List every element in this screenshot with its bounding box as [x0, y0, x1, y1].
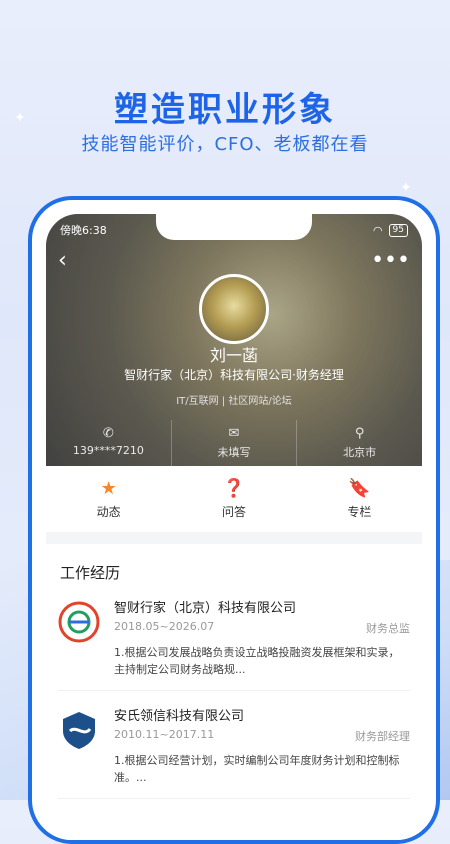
tab-column-label: 专栏	[347, 505, 372, 519]
tab-qa-label: 问答	[221, 505, 246, 519]
tab-dynamics[interactable]: ★ 动态	[46, 466, 171, 532]
location-icon: ⚲	[354, 426, 365, 441]
app-screen: 傍晚6:38 ◠ 95 ‹ ••• 刘一菡 智财行家（北京）科技有限公司·财务经…	[46, 214, 422, 840]
profile-industry: IT/互联网 | 社区网站/论坛	[176, 396, 292, 407]
tab-dynamics-label: 动态	[96, 505, 121, 519]
job-company: 安氏领信科技有限公司	[114, 709, 245, 724]
profile-name: 刘一菡	[209, 346, 258, 365]
bookmark-icon: 🔖	[348, 478, 371, 499]
company-logo-icon	[63, 712, 95, 749]
more-icon[interactable]: •••	[371, 248, 410, 273]
job-company: 智财行家（北京）科技有限公司	[114, 601, 297, 616]
job-role: 财务部经理	[355, 730, 410, 743]
profile-header: 傍晚6:38 ◠ 95 ‹ ••• 刘一菡 智财行家（北京）科技有限公司·财务经…	[46, 214, 422, 466]
profile-topbar: ‹ •••	[58, 248, 410, 273]
contact-email-label: 未填写	[217, 446, 251, 459]
star-icon: ★	[100, 478, 117, 499]
contact-phone[interactable]: ✆ 139****7210	[46, 420, 172, 466]
job-role: 财务总监	[366, 622, 410, 635]
job-item[interactable]: 安氏领信科技有限公司 2010.11~2017.11 财务部经理 1.根据公司经…	[58, 705, 410, 799]
profile-tabs: ★ 动态 ❓ 问答 🔖 专栏	[46, 466, 422, 532]
phone-notch	[156, 214, 312, 240]
tab-column[interactable]: 🔖 专栏	[297, 466, 422, 532]
status-time: 傍晚6:38	[60, 224, 107, 237]
question-icon: ❓	[222, 478, 246, 499]
battery-indicator: 95	[388, 223, 408, 237]
contact-location[interactable]: ⚲ 北京市	[297, 420, 422, 466]
wifi-icon: ◠	[372, 223, 383, 237]
banner-headline: 塑造职业形象	[114, 90, 336, 130]
company-logo-icon	[58, 601, 100, 643]
contact-row: ✆ 139****7210 ✉ 未填写 ⚲ 北京市	[46, 420, 422, 466]
phone-icon: ✆	[102, 426, 114, 441]
tab-qa[interactable]: ❓ 问答	[171, 466, 296, 532]
back-arrow-icon[interactable]: ‹	[58, 248, 67, 273]
phone-frame: 傍晚6:38 ◠ 95 ‹ ••• 刘一菡 智财行家（北京）科技有限公司·财务经…	[28, 196, 440, 844]
contact-location-label: 北京市	[343, 446, 377, 459]
sparkle-icon: ✦	[400, 180, 412, 196]
contact-phone-label: 139****7210	[72, 444, 144, 457]
contact-email[interactable]: ✉ 未填写	[172, 420, 298, 466]
job-period: 2018.05~2026.07	[114, 620, 215, 633]
avatar[interactable]	[199, 274, 269, 344]
banner-subline: 技能智能评价，CFO、老板都在看	[81, 134, 369, 155]
profile-company-title: 智财行家（北京）科技有限公司·财务经理	[124, 368, 344, 382]
job-item[interactable]: 智财行家（北京）科技有限公司 2018.05~2026.07 财务总监 1.根据…	[58, 597, 410, 691]
mail-icon: ✉	[228, 426, 240, 441]
work-experience-title: 工作经历	[60, 564, 121, 582]
job-description: 1.根据公司经营计划，实时编制公司年度财务计划和控制标准。...	[114, 754, 400, 784]
job-description: 1.根据公司发展战略负责设立战略投融资发展框架和实录，主持制定公司财务战略规..…	[114, 646, 400, 676]
work-experience-section: 工作经历 智财行家（北京）科技有限公司 2018.05~2026.07 财务总监…	[46, 544, 422, 840]
job-period: 2010.11~2017.11	[114, 728, 215, 741]
